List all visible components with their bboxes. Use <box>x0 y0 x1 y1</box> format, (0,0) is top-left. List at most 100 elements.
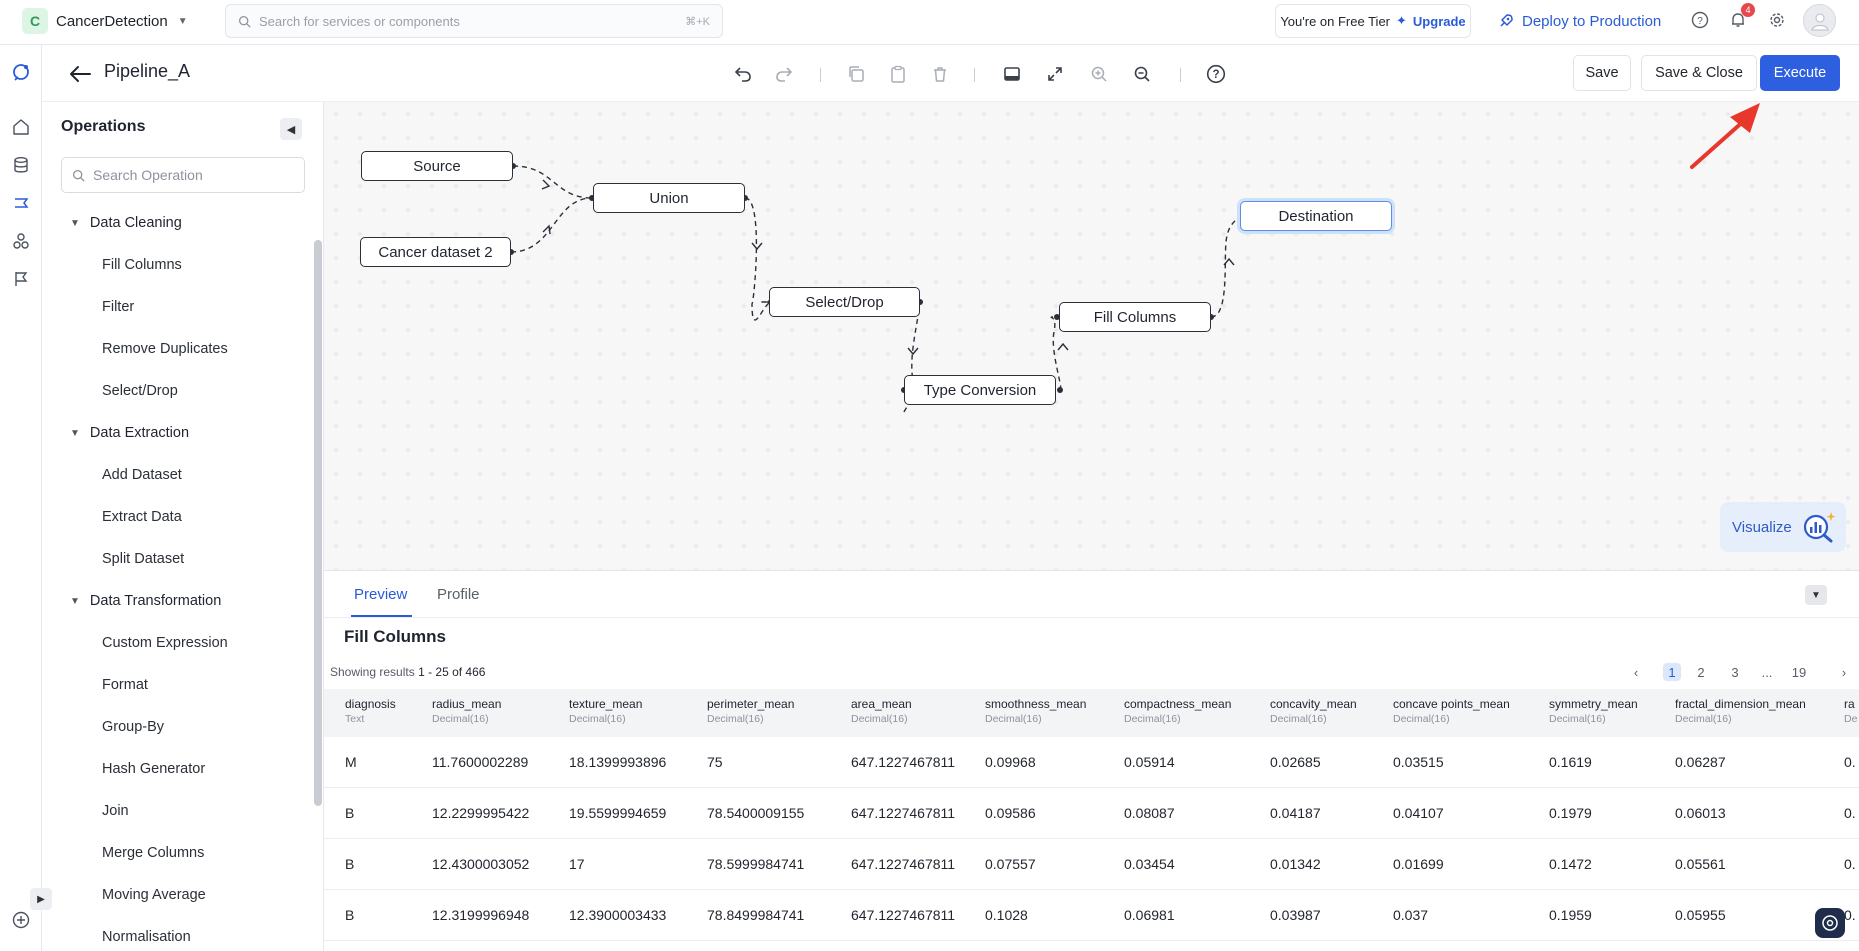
search-shortcut: ⌘+K <box>685 15 710 28</box>
operation-item[interactable]: Extract Data <box>42 496 312 538</box>
collapse-preview-button[interactable]: ▼ <box>1805 585 1827 605</box>
pipeline-canvas[interactable]: Source Cancer dataset 2 Union Select/Dro… <box>324 102 1859 570</box>
column-header[interactable]: ra De <box>1844 697 1857 725</box>
toolbar-divider <box>974 68 975 82</box>
column-header[interactable]: symmetry_mean Decimal(16) <box>1549 697 1638 725</box>
table-row[interactable]: B 12.2299995422 19.5599994659 78.5400009… <box>324 788 1859 839</box>
column-header[interactable]: fractal_dimension_mean Decimal(16) <box>1675 697 1806 725</box>
operation-item[interactable]: Fill Columns <box>42 244 312 286</box>
upgrade-link[interactable]: Upgrade <box>1413 14 1466 29</box>
page-3[interactable]: 3 <box>1726 663 1744 681</box>
operation-item[interactable]: Filter <box>42 286 312 328</box>
collapse-panel-button[interactable]: ◀ <box>280 118 302 140</box>
avatar[interactable] <box>1803 4 1836 37</box>
expand-rail-button[interactable]: ▶ <box>30 888 52 910</box>
table-cell: 0.01699 <box>1393 856 1444 872</box>
column-header[interactable]: diagnosis Text <box>345 697 396 725</box>
operation-item[interactable]: Normalisation <box>42 916 312 951</box>
operations-scrollbar[interactable] <box>314 240 322 806</box>
fit-screen-icon[interactable] <box>1042 61 1068 87</box>
operation-item[interactable]: Join <box>42 790 312 832</box>
group-label: Data Extraction <box>89 425 190 441</box>
column-header[interactable]: texture_mean Decimal(16) <box>569 697 642 725</box>
table-row[interactable]: B 12.4300003052 17 78.5999984741 647.122… <box>324 839 1859 890</box>
operation-item[interactable]: Hash Generator <box>42 748 312 790</box>
table-cell: M <box>345 754 357 770</box>
help-circle-icon[interactable]: ? <box>1203 61 1229 87</box>
tab-preview[interactable]: Preview <box>354 586 407 603</box>
flag-icon[interactable] <box>6 264 36 294</box>
tab-profile[interactable]: Profile <box>437 586 480 603</box>
database-icon[interactable] <box>6 150 36 180</box>
node-cancer-dataset-2[interactable]: Cancer dataset 2 <box>360 237 511 267</box>
paste-icon[interactable] <box>885 61 911 87</box>
table-cell: 0.04187 <box>1270 805 1321 821</box>
table-cell: 75 <box>707 754 723 770</box>
column-header[interactable]: smoothness_mean Decimal(16) <box>985 697 1086 725</box>
column-header[interactable]: radius_mean Decimal(16) <box>432 697 501 725</box>
column-header[interactable]: area_mean Decimal(16) <box>851 697 912 725</box>
operation-item[interactable]: Select/Drop <box>42 370 312 412</box>
execute-button[interactable]: Execute <box>1760 55 1840 91</box>
visualize-button[interactable]: Visualize <box>1720 502 1846 552</box>
table-cell: 0.01342 <box>1270 856 1321 872</box>
operation-item[interactable]: Custom Expression <box>42 622 312 664</box>
node-source[interactable]: Source <box>361 151 513 181</box>
support-chat-icon[interactable] <box>1815 908 1845 938</box>
zoom-out-icon[interactable] <box>1129 61 1155 87</box>
undo-icon[interactable] <box>730 61 756 87</box>
panel-layout-icon[interactable] <box>999 61 1025 87</box>
node-union[interactable]: Union <box>593 183 745 213</box>
table-cell: 0.1028 <box>985 907 1028 923</box>
page-19[interactable]: 19 <box>1788 663 1810 681</box>
brand-logo-icon[interactable] <box>6 58 36 88</box>
group-data-cleaning[interactable]: ▼ Data Cleaning <box>42 202 312 244</box>
node-select-drop[interactable]: Select/Drop <box>769 287 920 317</box>
prev-page-icon[interactable]: ‹ <box>1630 663 1642 681</box>
deploy-button[interactable]: Deploy to Production <box>1498 9 1661 33</box>
save-button[interactable]: Save <box>1573 55 1631 91</box>
copy-icon[interactable] <box>843 61 869 87</box>
operation-search-input[interactable]: Search Operation <box>61 157 305 193</box>
table-cell: 0.02685 <box>1270 754 1321 770</box>
operation-item[interactable]: Remove Duplicates <box>42 328 312 370</box>
column-header[interactable]: perimeter_mean Decimal(16) <box>707 697 794 725</box>
trash-icon[interactable] <box>927 61 953 87</box>
table-cell: 0.1472 <box>1549 856 1592 872</box>
operation-item[interactable]: Group-By <box>42 706 312 748</box>
pipeline-icon[interactable] <box>6 188 36 218</box>
next-page-icon[interactable]: › <box>1838 663 1850 681</box>
redo-icon[interactable] <box>771 61 797 87</box>
models-icon[interactable] <box>6 226 36 256</box>
project-switcher[interactable]: C CancerDetection ▼ <box>22 8 188 34</box>
operation-item[interactable]: Format <box>42 664 312 706</box>
table-row[interactable]: B 12.3199996948 12.3900003433 78.8499984… <box>324 890 1859 941</box>
group-label: Data Cleaning <box>89 215 182 231</box>
column-header[interactable]: compactness_mean Decimal(16) <box>1124 697 1231 725</box>
table-cell: 19.5599994659 <box>569 805 667 821</box>
node-fill-columns[interactable]: Fill Columns <box>1059 302 1211 332</box>
operation-item[interactable]: Merge Columns <box>42 832 312 874</box>
table-cell: B <box>345 856 355 872</box>
zoom-in-icon[interactable] <box>1086 61 1112 87</box>
table-cell: 647.1227467811 <box>851 907 956 923</box>
page-1[interactable]: 1 <box>1663 663 1681 681</box>
operation-item[interactable]: Moving Average <box>42 874 312 916</box>
global-search-input[interactable]: Search for services or components ⌘+K <box>225 4 723 38</box>
node-destination[interactable]: Destination <box>1240 201 1392 231</box>
node-type-conversion[interactable]: Type Conversion <box>904 375 1056 405</box>
group-data-extraction[interactable]: ▼ Data Extraction <box>42 412 312 454</box>
help-icon[interactable]: ? <box>1688 8 1712 32</box>
group-data-transformation[interactable]: ▼ Data Transformation <box>42 580 312 622</box>
column-header[interactable]: concavity_mean Decimal(16) <box>1270 697 1357 725</box>
gear-icon[interactable] <box>1765 8 1789 32</box>
home-icon[interactable] <box>6 112 36 142</box>
table-row[interactable]: M 11.7600002289 18.1399993896 75 647.122… <box>324 737 1859 788</box>
operation-item[interactable]: Split Dataset <box>42 538 312 580</box>
page-2[interactable]: 2 <box>1692 663 1710 681</box>
search-icon <box>72 169 85 182</box>
column-header[interactable]: concave points_mean Decimal(16) <box>1393 697 1510 725</box>
operation-item[interactable]: Add Dataset <box>42 454 312 496</box>
back-arrow-icon[interactable] <box>67 61 93 87</box>
save-close-button[interactable]: Save & Close <box>1641 55 1757 91</box>
